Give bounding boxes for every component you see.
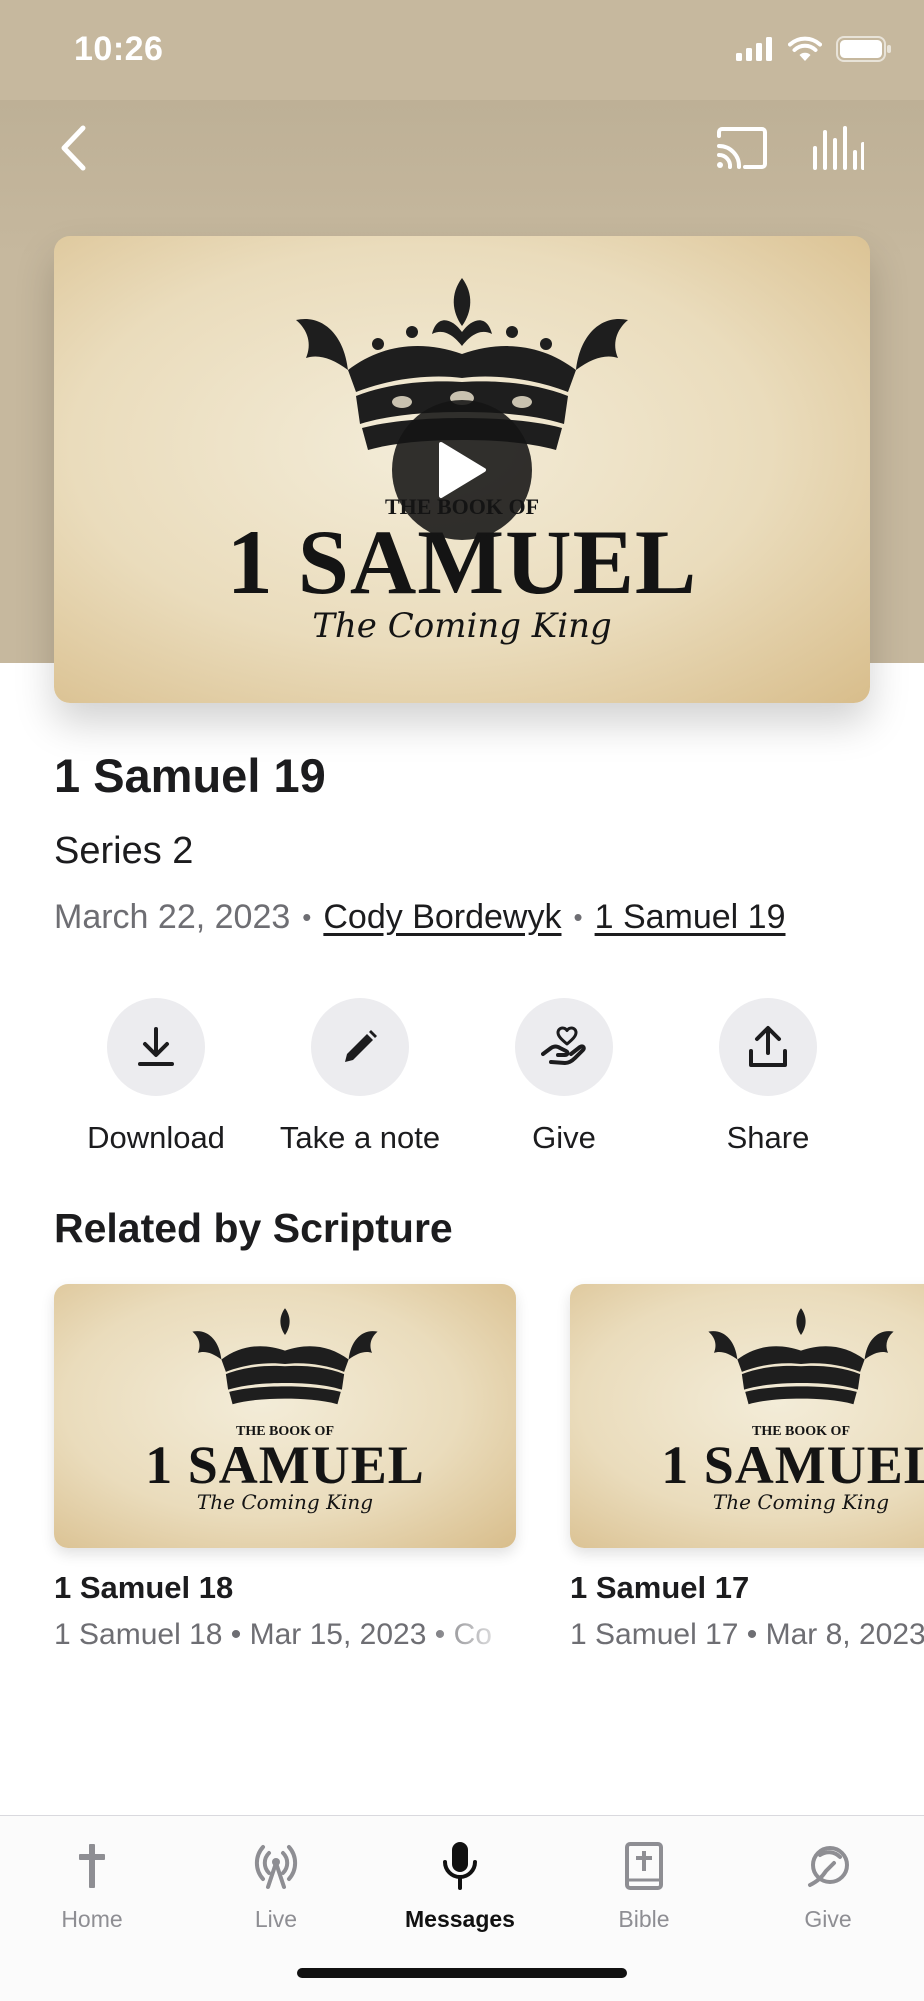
thumbnail-title: 1 SAMUEL [661, 1435, 924, 1495]
related-card-meta: 1 Samuel 17 • Mar 8, 2023 [570, 1618, 924, 1651]
message-date: March 22, 2023 [54, 898, 291, 936]
related-card-title: 1 Samuel 18 [54, 1570, 234, 1605]
tab-home-label: Home [61, 1906, 123, 1932]
tab-live[interactable]: Live [184, 1836, 368, 1933]
separator-dot: • [302, 902, 312, 932]
artwork-subtitle: The Coming King [312, 606, 612, 646]
related-card[interactable]: THE BOOK OF 1 SAMUEL The Coming King 1 S… [570, 1284, 924, 1652]
status-time: 10:26 [74, 30, 164, 68]
status-icons [736, 36, 892, 62]
tab-home[interactable]: Home [0, 1836, 184, 1933]
share-button-circle[interactable] [719, 998, 817, 1096]
tab-bible[interactable]: Bible [552, 1836, 736, 1933]
cross-icon [75, 1836, 109, 1896]
tab-messages[interactable]: Messages [368, 1836, 552, 1933]
related-card-thumbnail[interactable]: THE BOOK OF 1 SAMUEL The Coming King [570, 1284, 924, 1548]
related-card[interactable]: THE BOOK OF 1 SAMUEL The Coming King 1 S… [54, 1284, 516, 1652]
download-button-circle[interactable] [107, 998, 205, 1096]
crown-icon [708, 1308, 894, 1405]
download-button[interactable]: Download [54, 998, 258, 1156]
give-icon [804, 1836, 852, 1896]
download-icon [138, 1027, 174, 1066]
take-note-label: Take a note [279, 1120, 441, 1155]
related-card-title: 1 Samuel 17 [570, 1570, 750, 1605]
tab-live-label: Live [254, 1906, 298, 1932]
crown-icon [192, 1308, 378, 1405]
share-icon [749, 1026, 787, 1067]
download-label: Download [87, 1120, 225, 1155]
tab-give[interactable]: Give [736, 1836, 920, 1933]
wifi-icon [788, 36, 822, 61]
separator-dot: • [573, 902, 583, 932]
broadcast-icon [251, 1836, 301, 1896]
action-row: Download Take a note Give Share [54, 998, 870, 1168]
message-artwork[interactable]: THE BOOK OF 1 SAMUEL The Coming King [54, 236, 870, 703]
back-button[interactable] [48, 118, 98, 178]
chevron-left-icon [61, 125, 86, 171]
message-title: 1 Samuel 19 [54, 749, 326, 802]
cast-button[interactable] [712, 118, 772, 178]
bible-icon [624, 1836, 664, 1896]
give-label: Give [532, 1120, 596, 1155]
speaker-link[interactable]: Cody Bordewyk [323, 898, 561, 937]
home-indicator[interactable] [297, 1968, 627, 1978]
play-icon [439, 442, 486, 498]
related-section-title: Related by Scripture [54, 1205, 453, 1251]
take-note-button[interactable]: Take a note [258, 998, 462, 1156]
tab-messages-label: Messages [405, 1906, 515, 1932]
thumbnail-subtitle: The Coming King [712, 1490, 890, 1514]
microphone-icon [440, 1836, 480, 1896]
tab-give-label: Give [804, 1906, 852, 1932]
play-button[interactable] [392, 400, 532, 540]
thumbnail-title: 1 SAMUEL [145, 1435, 425, 1495]
give-hand-heart-icon [541, 1026, 586, 1065]
related-card-meta: 1 Samuel 18 • Mar 15, 2023 • Co [54, 1618, 492, 1651]
pencil-icon [345, 1030, 377, 1062]
cellular-signal-icon [736, 37, 772, 61]
tab-bible-label: Bible [618, 1906, 670, 1932]
audio-levels-button[interactable] [808, 118, 868, 178]
related-card-thumbnail[interactable]: THE BOOK OF 1 SAMUEL The Coming King [54, 1284, 516, 1548]
scripture-link[interactable]: 1 Samuel 19 [595, 898, 786, 937]
take-note-button-circle[interactable] [311, 998, 409, 1096]
give-button-circle[interactable] [515, 998, 613, 1096]
battery-icon [836, 36, 891, 62]
share-label: Share [726, 1120, 810, 1155]
cast-icon [717, 127, 767, 169]
share-button[interactable]: Share [666, 998, 870, 1156]
status-bar: 10:26 [0, 0, 924, 100]
audio-levels-icon [813, 126, 864, 170]
thumbnail-subtitle: The Coming King [196, 1490, 374, 1514]
message-meta: March 22, 2023 • Cody Bordewyk • 1 Samue… [54, 898, 786, 937]
give-button[interactable]: Give [462, 998, 666, 1156]
series-name: Series 2 [54, 830, 194, 872]
